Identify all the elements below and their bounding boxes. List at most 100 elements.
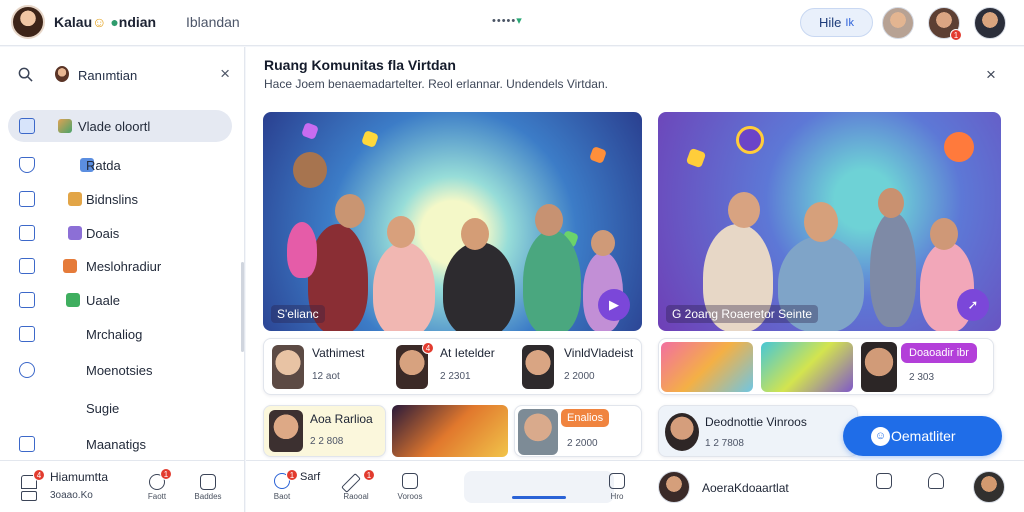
thumbnail bbox=[761, 342, 853, 392]
home-icon[interactable] bbox=[402, 473, 418, 489]
smile-icon: ☺ bbox=[92, 14, 107, 30]
tab-center[interactable]: Iblandan bbox=[186, 14, 240, 30]
close-icon[interactable]: × bbox=[220, 64, 230, 84]
bottom-caption: Baot bbox=[273, 492, 291, 501]
user-avatar-1[interactable] bbox=[882, 7, 914, 39]
shield-icon bbox=[19, 157, 35, 173]
tag-icon bbox=[68, 192, 82, 206]
list-item[interactable]: Deodnottie Vinroos 1 2 7808 bbox=[658, 405, 858, 457]
share-icon[interactable]: ➚ bbox=[957, 289, 989, 321]
card-title: At Ietelder bbox=[440, 346, 495, 360]
tag: Doaoadir ibr bbox=[901, 343, 977, 363]
list-item[interactable]: Enalios 2 2000 bbox=[514, 405, 642, 457]
hero-image-left[interactable]: S'elianc ▶ bbox=[263, 112, 642, 331]
card-meta: 2 2 808 bbox=[310, 436, 344, 447]
check-icon bbox=[19, 258, 35, 274]
search-bar[interactable] bbox=[464, 471, 614, 503]
sidebar-item-6[interactable]: Mrchaliog bbox=[8, 318, 232, 350]
bottom-label: Sarf bbox=[300, 471, 321, 483]
figure bbox=[443, 242, 515, 331]
avatar bbox=[861, 342, 897, 392]
sidebar-item-4[interactable]: Meslohradiur bbox=[8, 250, 232, 282]
sidebar-search[interactable]: Ranımtian × bbox=[18, 64, 230, 85]
sidebar-item-2[interactable]: Bidnslins bbox=[8, 183, 232, 215]
cloud-icon[interactable] bbox=[928, 473, 944, 489]
figure bbox=[523, 230, 581, 331]
avatar bbox=[522, 345, 554, 389]
home-icon bbox=[19, 292, 35, 308]
status-dots: •••••▾ bbox=[492, 15, 523, 27]
sidebar-item-label: Meslohradiur bbox=[86, 259, 162, 274]
sidebar-item-8[interactable]: Sugie bbox=[8, 392, 232, 424]
sidebar-item-0[interactable]: Vlade oloortl bbox=[8, 110, 232, 142]
avatar[interactable] bbox=[658, 471, 690, 503]
figure bbox=[728, 192, 760, 228]
search-icon bbox=[19, 362, 35, 378]
people-icon bbox=[58, 119, 72, 133]
profile-avatar[interactable] bbox=[11, 5, 45, 39]
figure bbox=[535, 204, 563, 236]
figure bbox=[878, 188, 904, 218]
sidebar-item-1[interactable]: Ratda bbox=[8, 149, 232, 181]
bottom-caption: Hro bbox=[610, 492, 624, 501]
user-avatar-3[interactable] bbox=[974, 7, 1006, 39]
bottom-badge: 1 bbox=[363, 469, 375, 481]
dashboard-icon bbox=[19, 118, 35, 134]
gift-icon[interactable] bbox=[200, 474, 216, 490]
sidebar-item-3[interactable]: Doais bbox=[8, 217, 232, 249]
page-subtitle: Hace Joem benaemadartelter. Reol erlanna… bbox=[264, 77, 608, 91]
hero-caption: G 2oang Roaeretor Seinte bbox=[666, 305, 819, 323]
list-item[interactable]: Vathimest 12 aot 4 At Ietelder 2 2301 Vi… bbox=[263, 338, 642, 395]
figure bbox=[335, 194, 365, 228]
bottom-caption: Voroos bbox=[397, 492, 423, 501]
thumbnail[interactable] bbox=[392, 405, 508, 457]
sidebar-item-label: Ratda bbox=[86, 158, 121, 173]
footer-action-badge: 1 bbox=[160, 468, 172, 480]
create-button[interactable]: ☺ Oematliter bbox=[843, 416, 1002, 456]
sidebar-scrollbar[interactable] bbox=[241, 262, 244, 352]
app-title: Kalau☺ ●ndian bbox=[54, 14, 157, 30]
list-item[interactable]: Doaoadir ibr 2 303 bbox=[658, 338, 994, 395]
list-item[interactable]: Aoa Rarlioa 2 2 808 bbox=[263, 405, 386, 457]
bottom-badge: 1 bbox=[286, 469, 298, 481]
sidebar-item-9[interactable]: Maanatigs bbox=[8, 428, 232, 460]
figure bbox=[591, 230, 615, 256]
footer-action-caption: Baddes bbox=[194, 492, 222, 501]
card-badge: 4 bbox=[422, 342, 434, 354]
card-meta: 12 aot bbox=[312, 371, 340, 382]
footer-badge: 4 bbox=[33, 469, 45, 481]
chat-icon[interactable] bbox=[876, 473, 892, 489]
hero-image-right[interactable]: G 2oang Roaeretor Seinte ➚ bbox=[658, 112, 1001, 331]
figure bbox=[293, 152, 327, 188]
notification-badge: 1 bbox=[950, 29, 962, 41]
bottom-caption: Raooal bbox=[343, 492, 369, 501]
play-icon[interactable]: ▶ bbox=[598, 289, 630, 321]
grid-icon bbox=[68, 226, 82, 240]
figure bbox=[387, 216, 415, 248]
sidebar-footer: 4 Hiamumtta 3oaao.Ko 1 Faott Baddes bbox=[0, 460, 245, 512]
avatar[interactable] bbox=[973, 471, 1005, 503]
avatar bbox=[269, 410, 303, 452]
figure bbox=[287, 222, 317, 278]
decor bbox=[361, 130, 379, 148]
sidebar-item-label: Maanatigs bbox=[86, 437, 146, 452]
card-meta: 2 303 bbox=[909, 372, 935, 383]
hile-button[interactable]: Hile Ik bbox=[800, 8, 873, 37]
sidebar-item-7[interactable]: Moenotsies bbox=[8, 354, 232, 386]
close-icon[interactable]: × bbox=[986, 65, 996, 85]
pen-icon[interactable] bbox=[341, 473, 361, 493]
avatar bbox=[272, 345, 304, 389]
inbox-icon[interactable] bbox=[21, 491, 37, 501]
sidebar-item-5[interactable]: Uaale bbox=[8, 284, 232, 316]
grid-icon[interactable] bbox=[609, 473, 625, 489]
card-meta: 1 2 7808 bbox=[705, 438, 744, 449]
main-panel: Ruang Komunitas fla Virtdan Hace Joem be… bbox=[246, 47, 1024, 460]
user-avatar-2[interactable]: 1 bbox=[928, 7, 962, 41]
decor bbox=[685, 147, 707, 169]
thumbnail bbox=[661, 342, 753, 392]
folder-icon bbox=[63, 259, 77, 273]
chart-icon bbox=[19, 225, 35, 241]
sidebar: Ranımtian × Vlade oloortl Ratda Bidnslin… bbox=[0, 47, 245, 460]
sidebar-item-label: Vlade oloortl bbox=[78, 119, 151, 134]
figure bbox=[373, 242, 435, 331]
